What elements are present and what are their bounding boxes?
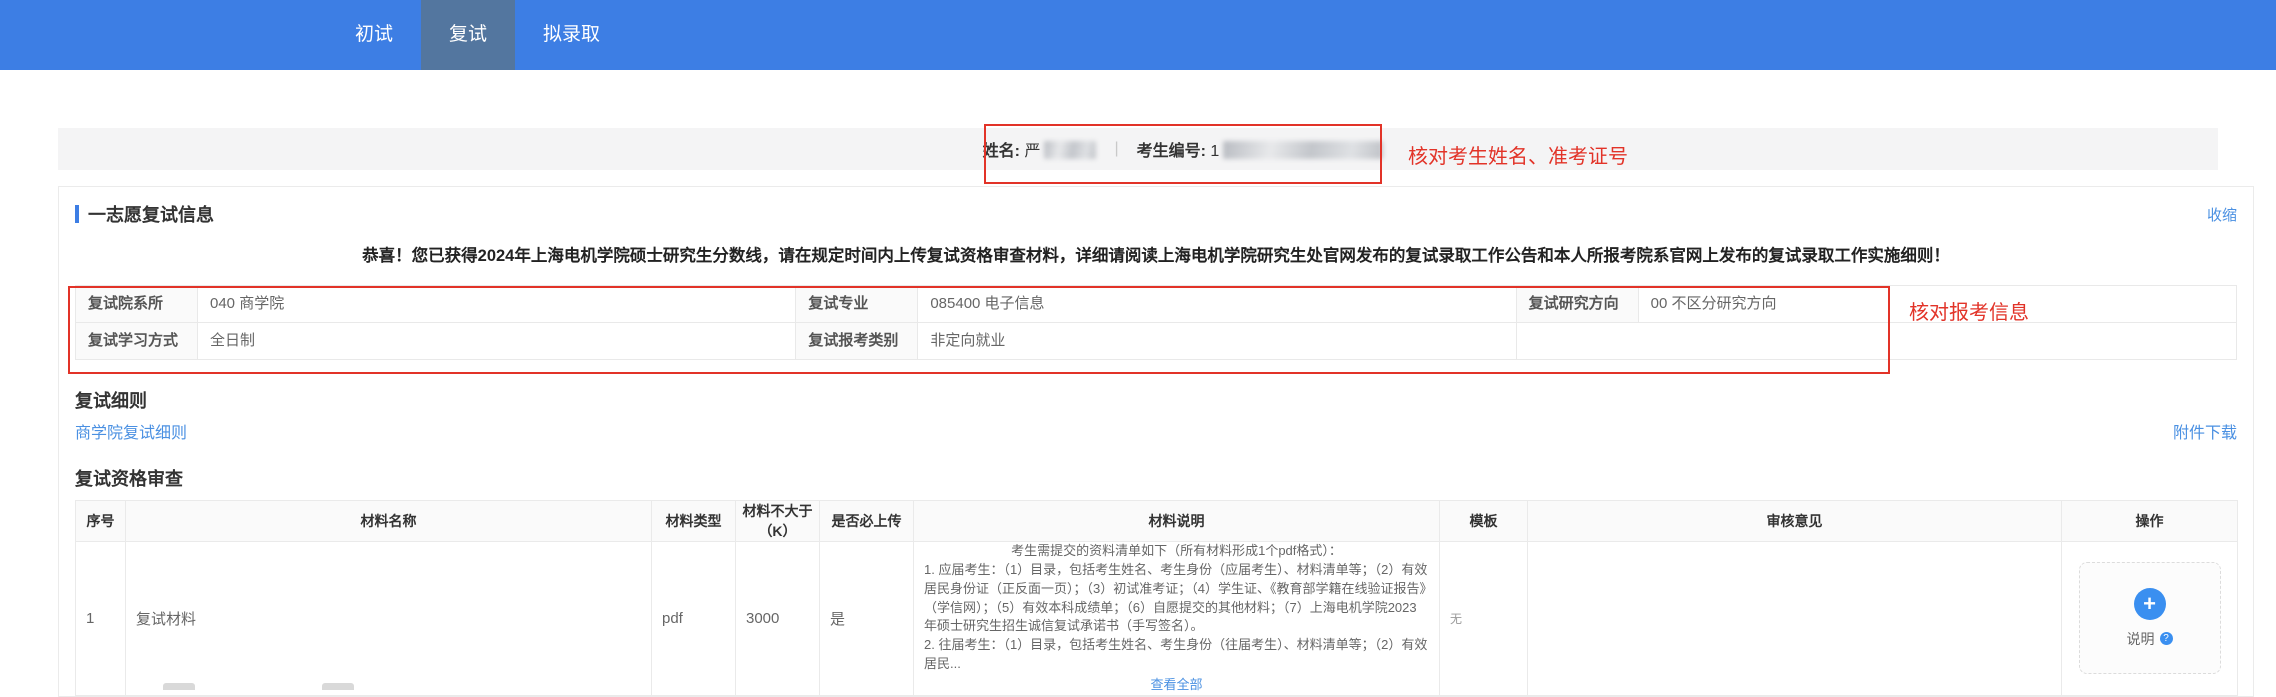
- collapse-link[interactable]: 收缩: [2207, 204, 2237, 225]
- cell-description: 考生需提交的资料清单如下（所有材料形成1个pdf格式）： 1. 应届考生：（1）…: [914, 542, 1440, 696]
- id-label: 考生编号:: [1137, 143, 1206, 160]
- panel-title: 一志愿复试信息: [75, 201, 214, 227]
- redacted-name: [1044, 141, 1096, 159]
- info-label-major: 复试专业: [796, 286, 918, 323]
- candidate-id: 考生编号: 1: [1137, 137, 1384, 161]
- cell-required: 是: [820, 542, 914, 696]
- info-value-study-mode: 全日制: [198, 323, 796, 360]
- separator: |: [1108, 140, 1124, 158]
- cell-template: 无: [1440, 542, 1528, 696]
- table-row: 1 复试材料 pdf 3000 是 考生需提交的资料清单如下（所有材料形成1个p…: [76, 542, 2238, 696]
- application-info-table: 复试院系所 040 商学院 复试专业 085400 电子信息 复试研究方向 00…: [75, 285, 2237, 360]
- info-empty-cell: [1517, 323, 2237, 360]
- congratulation-notice: 恭喜！您已获得2024年上海电机学院硕士研究生分数线，请在规定时间内上传复试资格…: [89, 245, 2223, 267]
- cell-index: 1: [76, 542, 126, 696]
- tab-proposed-admission[interactable]: 拟录取: [515, 0, 628, 70]
- tab-first-exam[interactable]: 初试: [327, 0, 421, 70]
- name-visible-char: 严: [1024, 143, 1040, 160]
- info-value-application-category: 非定向就业: [918, 323, 1516, 360]
- action-label-text: 说明: [2127, 629, 2155, 649]
- description-intro: 考生需提交的资料清单如下（所有材料形成1个pdf格式）：: [924, 542, 1429, 561]
- review-section-title: 复试资格审查: [75, 468, 2237, 490]
- upload-material-button[interactable]: + 说明 ?: [2079, 562, 2221, 674]
- candidate-bar: 姓名: 严 | 考生编号: 1: [58, 128, 2218, 170]
- header-material-type: 材料类型: [652, 501, 736, 542]
- header-index: 序号: [76, 501, 126, 542]
- rules-links-row: 商学院复试细则 附件下载: [75, 424, 2237, 444]
- rules-detail-link[interactable]: 商学院复试细则: [75, 424, 187, 444]
- candidate-info: 姓名: 严 | 考生编号: 1: [983, 137, 1384, 161]
- info-value-major: 085400 电子信息: [918, 286, 1516, 323]
- info-label-department: 复试院系所: [76, 286, 198, 323]
- cell-max-size: 3000: [736, 542, 820, 696]
- rules-section-title: 复试细则: [75, 390, 2237, 412]
- attachment-download-link[interactable]: 附件下载: [2173, 424, 2237, 444]
- panel-title-text: 一志愿复试信息: [88, 201, 214, 227]
- info-label-study-mode: 复试学习方式: [76, 323, 198, 360]
- info-value-research-direction: 00 不区分研究方向: [1639, 286, 2237, 323]
- description-item-current: 1. 应届考生：（1）目录，包括考生姓名、考生身份（应届考生）、材料清单等；（2…: [924, 561, 1429, 636]
- cell-review-opinion: [1528, 542, 2062, 696]
- info-value-department: 040 商学院: [198, 286, 796, 323]
- cutoff-fragment: [163, 683, 195, 690]
- header-review-opinion: 审核意见: [1528, 501, 2062, 542]
- qualification-review-table: 序号 材料名称 材料类型 材料不大于（K） 是否必上传 材料说明 模板 审核意见…: [75, 500, 2238, 696]
- header-material-name: 材料名称: [126, 501, 652, 542]
- tab-second-exam[interactable]: 复试: [421, 0, 515, 70]
- top-nav-bar: 初试 复试 拟录取: [0, 0, 2276, 70]
- review-header-row: 序号 材料名称 材料类型 材料不大于（K） 是否必上传 材料说明 模板 审核意见…: [76, 501, 2238, 542]
- action-label: 说明 ?: [2127, 629, 2173, 649]
- panel-header: 一志愿复试信息 收缩: [59, 187, 2253, 235]
- redacted-id: [1223, 141, 1383, 159]
- header-max-size: 材料不大于（K）: [736, 501, 820, 542]
- header-required: 是否必上传: [820, 501, 914, 542]
- cell-action: + 说明 ?: [2062, 542, 2238, 696]
- view-all-link[interactable]: 查看全部: [924, 676, 1429, 695]
- id-visible-char: 1: [1210, 143, 1219, 160]
- name-label: 姓名:: [983, 143, 1020, 160]
- info-label-application-category: 复试报考类别: [796, 323, 918, 360]
- plus-icon[interactable]: +: [2134, 588, 2166, 620]
- info-icon[interactable]: ?: [2160, 632, 2173, 645]
- candidate-name: 姓名: 严: [983, 137, 1097, 161]
- header-action: 操作: [2062, 501, 2238, 542]
- header-description: 材料说明: [914, 501, 1440, 542]
- cutoff-fragment: [322, 683, 354, 690]
- description-item-previous: 2. 往届考生：（1）目录，包括考生姓名、考生身份（往届考生）、材料清单等；（2…: [924, 636, 1429, 674]
- header-template: 模板: [1440, 501, 1528, 542]
- cell-material-type: pdf: [652, 542, 736, 696]
- first-choice-reexam-panel: 一志愿复试信息 收缩 恭喜！您已获得2024年上海电机学院硕士研究生分数线，请在…: [58, 186, 2254, 697]
- title-accent-bar: [75, 205, 79, 223]
- cell-material-name: 复试材料: [126, 542, 652, 696]
- info-label-research-direction: 复试研究方向: [1517, 286, 1639, 323]
